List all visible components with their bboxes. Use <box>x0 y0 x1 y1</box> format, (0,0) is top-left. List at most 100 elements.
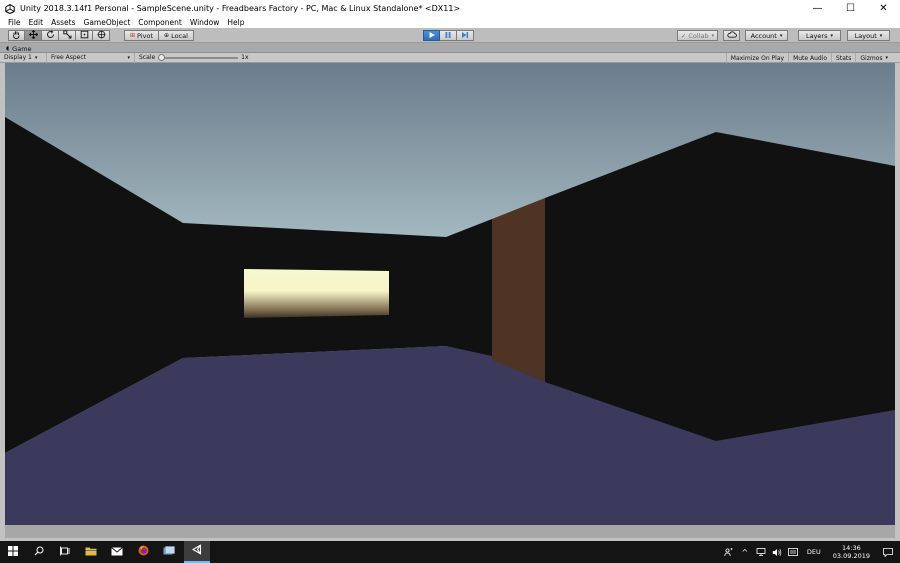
app-window-icon <box>163 545 175 559</box>
mute-audio-toggle[interactable]: Mute Audio <box>788 53 831 63</box>
pause-icon <box>444 31 452 41</box>
transform-tools <box>8 29 110 41</box>
search-button[interactable] <box>26 541 52 563</box>
scale-value: 1x <box>241 54 249 61</box>
local-label: Local <box>171 31 188 40</box>
menu-edit[interactable]: Edit <box>25 18 48 27</box>
clock-date: 03.09.2019 <box>832 552 870 560</box>
rotate-tool-button[interactable] <box>42 30 59 41</box>
taskbar-mail[interactable] <box>104 541 130 563</box>
local-toggle-button[interactable]: ⊕ Local <box>159 30 194 41</box>
transform-tool-button[interactable] <box>93 30 110 41</box>
game-view-options: Maximize On Play Mute Audio Stats Gizmos… <box>725 53 892 63</box>
chevron-up-icon[interactable]: ^ <box>739 541 751 563</box>
rotate-icon <box>46 30 55 41</box>
pivot-label: Pivot <box>137 31 153 40</box>
maximize-button[interactable]: ☐ <box>834 0 867 17</box>
play-button[interactable] <box>423 30 440 41</box>
game-viewport[interactable] <box>5 63 895 525</box>
local-axis-icon: ⊕ <box>164 32 170 39</box>
scale-tool-button[interactable] <box>59 30 76 41</box>
menu-window[interactable]: Window <box>186 18 224 27</box>
pivot-toggle-button[interactable]: ⊞ Pivot <box>124 30 159 41</box>
pivot-controls: ⊞ Pivot ⊕ Local <box>124 30 194 41</box>
account-group: Account ▾ <box>745 30 788 41</box>
collab-dropdown[interactable]: ✓ Collab ▾ <box>677 30 718 41</box>
layers-label: Layers <box>805 31 828 40</box>
status-bar <box>5 525 895 538</box>
lit-window-opening <box>244 269 389 318</box>
menu-file[interactable]: File <box>4 18 25 27</box>
account-label: Account <box>750 31 777 40</box>
main-toolbar: ⊞ Pivot ⊕ Local ✓ Collab ▾ Account ▾ Lay… <box>0 28 900 43</box>
windows-logo-icon <box>8 545 18 559</box>
layout-label: Layout <box>854 31 877 40</box>
input-method-icon[interactable] <box>787 541 799 563</box>
aspect-dropdown[interactable]: Free Aspect ▾ <box>47 52 135 63</box>
display-dropdown[interactable]: Display 1 ▾ <box>0 52 47 63</box>
keyboard-language[interactable]: DEU <box>807 548 821 556</box>
rect-tool-button[interactable] <box>76 30 93 41</box>
task-view-button[interactable] <box>52 541 78 563</box>
clock-time: 14:36 <box>842 544 861 552</box>
display-label: Display 1 <box>4 54 32 61</box>
hand-tool-button[interactable] <box>8 30 25 41</box>
game-tab-bar: ◖ Game <box>0 43 900 53</box>
unity-logo-icon <box>191 544 203 558</box>
windows-taskbar: ^ DEU 14:36 03.09.2019 <box>0 541 900 563</box>
network-icon[interactable] <box>755 541 767 563</box>
chevron-down-icon: ▾ <box>711 32 715 39</box>
notifications-icon[interactable] <box>882 541 894 563</box>
step-forward-icon <box>461 31 469 41</box>
window-controls: — ☐ ✕ <box>801 0 900 17</box>
chevron-down-icon: ▾ <box>879 32 883 39</box>
taskbar-file-explorer[interactable] <box>78 541 104 563</box>
minimize-button[interactable]: — <box>801 0 834 17</box>
menu-assets[interactable]: Assets <box>47 18 79 27</box>
window-title: Unity 2018.3.14f1 Personal - SampleScene… <box>20 4 461 13</box>
task-view-icon <box>59 546 71 559</box>
cloud-services-button[interactable] <box>723 30 740 41</box>
speaker-icon[interactable] <box>771 541 783 563</box>
gizmos-label: Gizmos <box>860 54 883 62</box>
taskbar-app[interactable] <box>156 541 182 563</box>
unity-logo-icon <box>5 3 15 14</box>
play-icon <box>428 31 436 41</box>
pivot-icon: ⊞ <box>130 32 136 39</box>
account-dropdown[interactable]: Account ▾ <box>745 30 788 41</box>
layers-dropdown[interactable]: Layers ▾ <box>798 30 841 41</box>
game-scene-render <box>5 63 895 525</box>
pause-button[interactable] <box>440 30 457 41</box>
move-arrows-icon <box>28 29 38 41</box>
menu-gameobject[interactable]: GameObject <box>80 18 135 27</box>
cloud-group <box>723 30 740 41</box>
taskbar-firefox[interactable] <box>130 541 156 563</box>
layout-dropdown[interactable]: Layout ▾ <box>847 30 890 41</box>
maximize-on-play-toggle[interactable]: Maximize On Play <box>725 53 788 63</box>
collab-label: Collab <box>688 31 709 40</box>
play-controls <box>423 30 474 41</box>
close-button[interactable]: ✕ <box>867 0 900 17</box>
stats-toggle[interactable]: Stats <box>831 53 855 63</box>
title-bar[interactable]: Unity 2018.3.14f1 Personal - SampleScene… <box>0 0 900 17</box>
collab-check-icon: ✓ <box>680 31 687 40</box>
layout-group: Layout ▾ <box>847 30 890 41</box>
gamepad-icon: ◖ <box>6 45 10 52</box>
layers-group: Layers ▾ <box>798 30 841 41</box>
scale-control: Scale 1x <box>135 53 253 63</box>
menu-help[interactable]: Help <box>223 18 248 27</box>
scale-slider[interactable] <box>158 53 239 61</box>
collab-group: ✓ Collab ▾ <box>677 30 718 41</box>
start-button[interactable] <box>0 541 26 563</box>
hand-icon <box>12 30 21 41</box>
unity-editor-window: Unity 2018.3.14f1 Personal - SampleScene… <box>0 0 900 541</box>
aspect-label: Free Aspect <box>51 54 87 61</box>
gizmos-dropdown[interactable]: Gizmos ▾ <box>855 53 892 63</box>
clock[interactable]: 14:36 03.09.2019 <box>833 544 870 560</box>
step-button[interactable] <box>457 30 474 41</box>
menu-component[interactable]: Component <box>134 18 186 27</box>
taskbar-unity[interactable] <box>184 541 210 563</box>
people-icon[interactable] <box>723 541 735 563</box>
scale-slider-handle[interactable] <box>158 53 166 61</box>
move-tool-button[interactable] <box>25 29 42 41</box>
